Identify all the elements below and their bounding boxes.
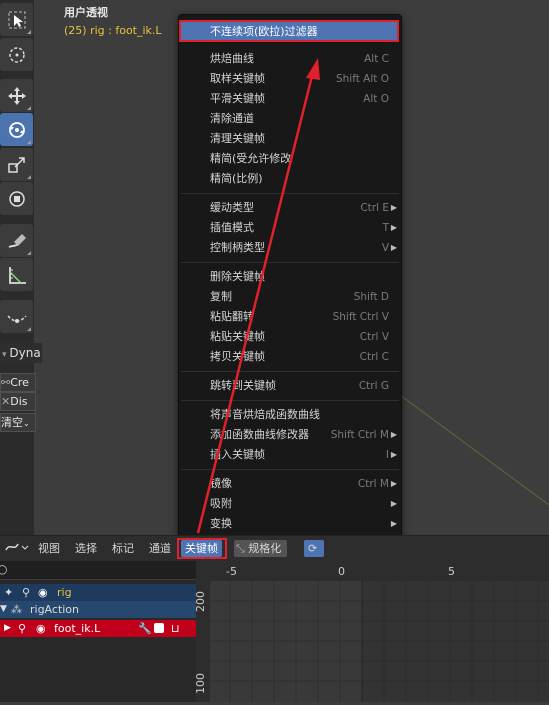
menu-separator (181, 469, 399, 470)
left-toolbar (0, 0, 34, 535)
menu-item[interactable]: 平滑关键帧 Alt O (181, 89, 399, 109)
menu-separator (181, 193, 399, 194)
menu-item[interactable]: 粘贴翻转 Shift Ctrl V (181, 307, 399, 327)
menu-item[interactable]: 取样关键帧 Shift Alt O (181, 69, 399, 89)
menu-item[interactable]: 将声音烘焙成函数曲线 (181, 405, 399, 425)
select-box-icon[interactable] (0, 3, 33, 36)
menu-item[interactable]: 控制柄类型 V ▶ (181, 238, 399, 258)
armature-icon: ✦ (4, 586, 14, 599)
pin-icon[interactable]: ⚲ (18, 620, 26, 637)
clear-dropdown[interactable]: 清空⌄ (0, 413, 36, 432)
wrench-icon[interactable]: 🔧 (138, 620, 152, 637)
menu-item[interactable]: 插入关键帧 I ▶ (181, 445, 399, 465)
graph-area[interactable] (196, 561, 549, 702)
create-button[interactable]: ⚯Cre (0, 373, 36, 392)
menu-separator (181, 400, 399, 401)
menu-separator (181, 371, 399, 372)
viewport-title: 用户透视 (64, 6, 108, 19)
menu-item[interactable]: 缓动类型 Ctrl E ▶ (181, 198, 399, 218)
annotate-icon[interactable] (0, 224, 33, 257)
submenu-arrow-icon: ▶ (390, 223, 397, 232)
viewport-grid-line (400, 395, 549, 506)
channel-row-action[interactable]: ▼ ⁂ rigAction (0, 601, 196, 618)
channel-row-bone[interactable]: ▶ ⚲ ◉ foot_ik.L 🔧 ⊔ (0, 620, 196, 637)
frame-tick: 5 (448, 565, 455, 578)
refresh-icon[interactable]: ⟳ (304, 540, 324, 557)
value-tick: 200 (194, 591, 207, 612)
graph-editor-header: 视图 选择 标记 通道 关键帧 ⤡ 规格化 ⟳ (0, 535, 549, 561)
menu-item[interactable]: 变换 ▶ (181, 514, 399, 534)
dyna-panel-tab[interactable]: ▾ Dyna (0, 343, 42, 363)
menu-item[interactable]: 拷贝关键帧 Ctrl C (181, 347, 399, 367)
dissolve-button[interactable]: ✕Dis (0, 392, 36, 411)
menu-view[interactable]: 视图 (34, 540, 64, 557)
measure-icon[interactable] (0, 258, 33, 291)
submenu-arrow-icon: ▶ (390, 499, 397, 508)
menu-select[interactable]: 选择 (71, 540, 101, 557)
scale-icon[interactable] (0, 148, 33, 181)
submenu-arrow-icon: ▶ (390, 479, 397, 488)
menu-item[interactable]: 精简(受允许修改 (181, 149, 399, 169)
rotate-icon[interactable] (0, 113, 33, 146)
submenu-arrow-icon: ▶ (390, 430, 397, 439)
search-icon: ○ (0, 562, 8, 576)
menu-item[interactable]: 吸附 ▶ (181, 494, 399, 514)
menu-item[interactable]: 镜像 Ctrl M ▶ (181, 474, 399, 494)
menu-item[interactable]: 清除通道 (181, 109, 399, 129)
frame-tick: 0 (338, 565, 345, 578)
highlight-annotation-box (179, 20, 399, 42)
lock-icon[interactable]: ⊔ (171, 620, 180, 637)
graph-grid (196, 561, 549, 702)
move-icon[interactable] (0, 79, 33, 112)
menu-marker[interactable]: 标记 (108, 540, 138, 557)
menu-item[interactable]: 插值模式 T ▶ (181, 218, 399, 238)
menu-item[interactable]: 清理关键帧 (181, 129, 399, 149)
checkbox-icon[interactable] (154, 623, 164, 633)
key-menu-annotation-box (177, 538, 227, 559)
menu-separator (181, 262, 399, 263)
menu-item[interactable]: 添加函数曲线修改器 Shift Ctrl M ▶ (181, 425, 399, 445)
value-ruler: 200 100 (194, 581, 210, 702)
menu-channel[interactable]: 通道 (145, 540, 175, 557)
menu-item[interactable]: 精简(比例) (181, 169, 399, 189)
value-tick: 100 (194, 673, 207, 694)
key-menu: 不连续项(欧拉)过滤器 烘焙曲线 Alt C 取样关键帧 Shift Alt O 平滑关… (178, 14, 402, 538)
menu-item[interactable]: 删除关键帧 (181, 267, 399, 287)
menu-item[interactable]: 跳转到关键帧 Ctrl G (181, 376, 399, 396)
pin-icon[interactable]: ⚲ (22, 584, 30, 601)
submenu-arrow-icon: ▶ (390, 243, 397, 252)
channel-row-object[interactable]: ✦ ⚲ ◉ rig (0, 584, 196, 601)
normalize-toggle[interactable]: ⤡ 规格化 (234, 540, 288, 557)
frame-ruler[interactable]: -5 0 5 (196, 561, 549, 581)
cursor-icon[interactable] (0, 38, 33, 71)
submenu-arrow-icon: ▶ (390, 203, 397, 212)
channel-search-input[interactable]: ○ (0, 561, 196, 579)
menu-item[interactable]: 复制 Shift D (181, 287, 399, 307)
menu-item[interactable]: 烘焙曲线 Alt C (181, 49, 399, 69)
action-icon: ⁂ (11, 603, 22, 616)
submenu-arrow-icon: ▶ (390, 519, 397, 528)
viewport-active-object: (25) rig : foot_ik.L (64, 24, 162, 37)
editor-type-dropdown[interactable] (0, 540, 34, 557)
frame-tick: -5 (226, 565, 237, 578)
transform-icon[interactable] (0, 182, 33, 215)
visibility-icon[interactable]: ◉ (38, 584, 48, 601)
expand-icon[interactable]: ▼ (0, 601, 7, 618)
menu-item[interactable]: 粘贴关键帧 Ctrl V (181, 327, 399, 347)
pose-relax-icon[interactable] (0, 300, 33, 333)
submenu-arrow-icon: ▶ (390, 450, 397, 459)
collapse-icon[interactable]: ▶ (4, 620, 11, 637)
visibility-icon[interactable]: ◉ (36, 620, 46, 637)
